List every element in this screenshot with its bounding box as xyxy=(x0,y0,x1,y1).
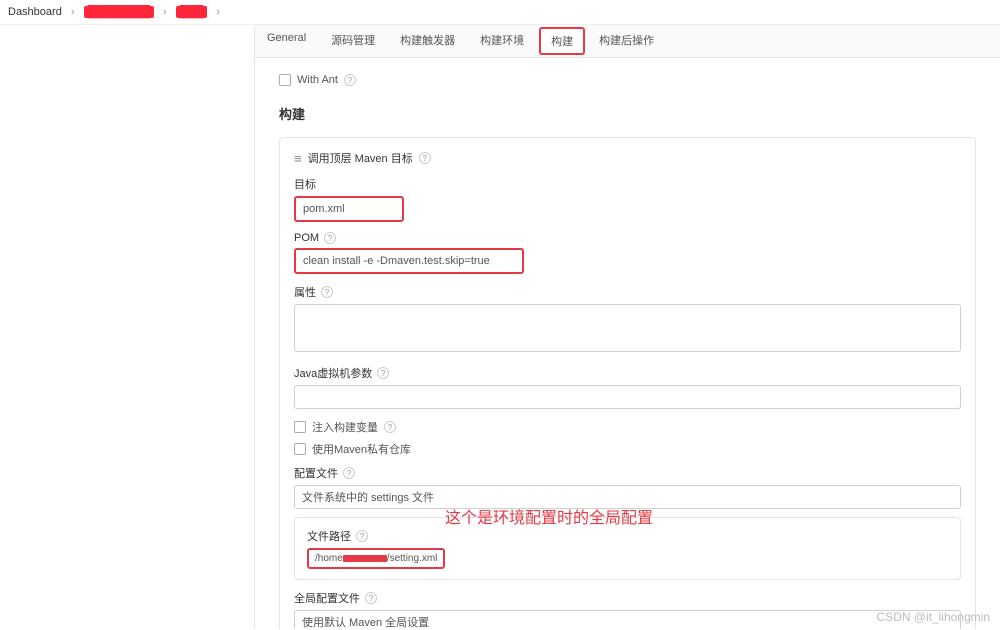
jvm-input[interactable] xyxy=(294,385,961,409)
help-icon[interactable]: ? xyxy=(365,592,377,604)
filepath-label: 文件路径 xyxy=(307,528,351,544)
help-icon[interactable]: ? xyxy=(321,286,333,298)
breadcrumb: Dashboard › ████████ › ███ › xyxy=(0,0,1000,25)
main-content: General 源码管理 构建触发器 构建环境 构建 构建后操作 With An… xyxy=(255,25,1000,629)
with-ant-label: With Ant xyxy=(297,74,338,86)
section-title-build: 构建 xyxy=(279,104,976,123)
maven-panel: ≡ 调用顶层 Maven 目标 ? 目标 POM ? xyxy=(279,137,976,629)
sidebar xyxy=(0,25,255,629)
chevron-right-icon: › xyxy=(71,6,75,18)
panel-title: 调用顶层 Maven 目标 xyxy=(308,150,413,166)
target-label: 目标 xyxy=(294,176,961,192)
help-icon[interactable]: ? xyxy=(384,421,396,433)
help-icon[interactable]: ? xyxy=(419,152,431,164)
filepath-input[interactable]: /home/setting.xml xyxy=(307,548,445,569)
help-icon[interactable]: ? xyxy=(356,530,368,542)
help-icon[interactable]: ? xyxy=(377,367,389,379)
annotation-text: 这个是环境配置时的全局配置 xyxy=(445,504,653,528)
tab-postbuild[interactable]: 构建后操作 xyxy=(587,25,667,57)
tab-triggers[interactable]: 构建触发器 xyxy=(388,25,468,57)
jvm-label: Java虚拟机参数 xyxy=(294,365,372,381)
help-icon[interactable]: ? xyxy=(344,74,356,86)
pom-label: POM xyxy=(294,232,319,244)
configfile-label: 配置文件 xyxy=(294,465,338,481)
tab-general[interactable]: General xyxy=(255,25,319,57)
globalconfig-select[interactable] xyxy=(294,610,961,629)
props-label: 属性 xyxy=(294,284,316,300)
breadcrumb-root[interactable]: Dashboard xyxy=(8,6,62,18)
tab-scm[interactable]: 源码管理 xyxy=(319,25,388,57)
config-tabs: General 源码管理 构建触发器 构建环境 构建 构建后操作 xyxy=(255,25,1000,58)
chevron-right-icon: › xyxy=(163,6,167,18)
breadcrumb-item-redacted[interactable]: ████████ xyxy=(84,6,154,18)
private-repo-checkbox[interactable] xyxy=(294,443,306,455)
private-repo-label: 使用Maven私有仓库 xyxy=(312,441,411,457)
chevron-right-icon: › xyxy=(216,6,220,18)
pom-input[interactable] xyxy=(294,248,524,274)
with-ant-checkbox[interactable] xyxy=(279,74,291,86)
breadcrumb-item-redacted[interactable]: ███ xyxy=(176,6,207,18)
drag-handle-icon[interactable]: ≡ xyxy=(294,151,302,166)
help-icon[interactable]: ? xyxy=(324,232,336,244)
inject-vars-label: 注入构建变量 xyxy=(312,419,378,435)
inject-vars-checkbox[interactable] xyxy=(294,421,306,433)
globalconfig-label: 全局配置文件 xyxy=(294,590,360,606)
redacted-path xyxy=(343,555,387,562)
target-input[interactable] xyxy=(294,196,404,222)
tab-build[interactable]: 构建 xyxy=(539,27,585,55)
help-icon[interactable]: ? xyxy=(343,467,355,479)
with-ant-row: With Ant ? xyxy=(279,74,976,86)
tab-env[interactable]: 构建环境 xyxy=(468,25,537,57)
props-input[interactable] xyxy=(294,304,961,352)
